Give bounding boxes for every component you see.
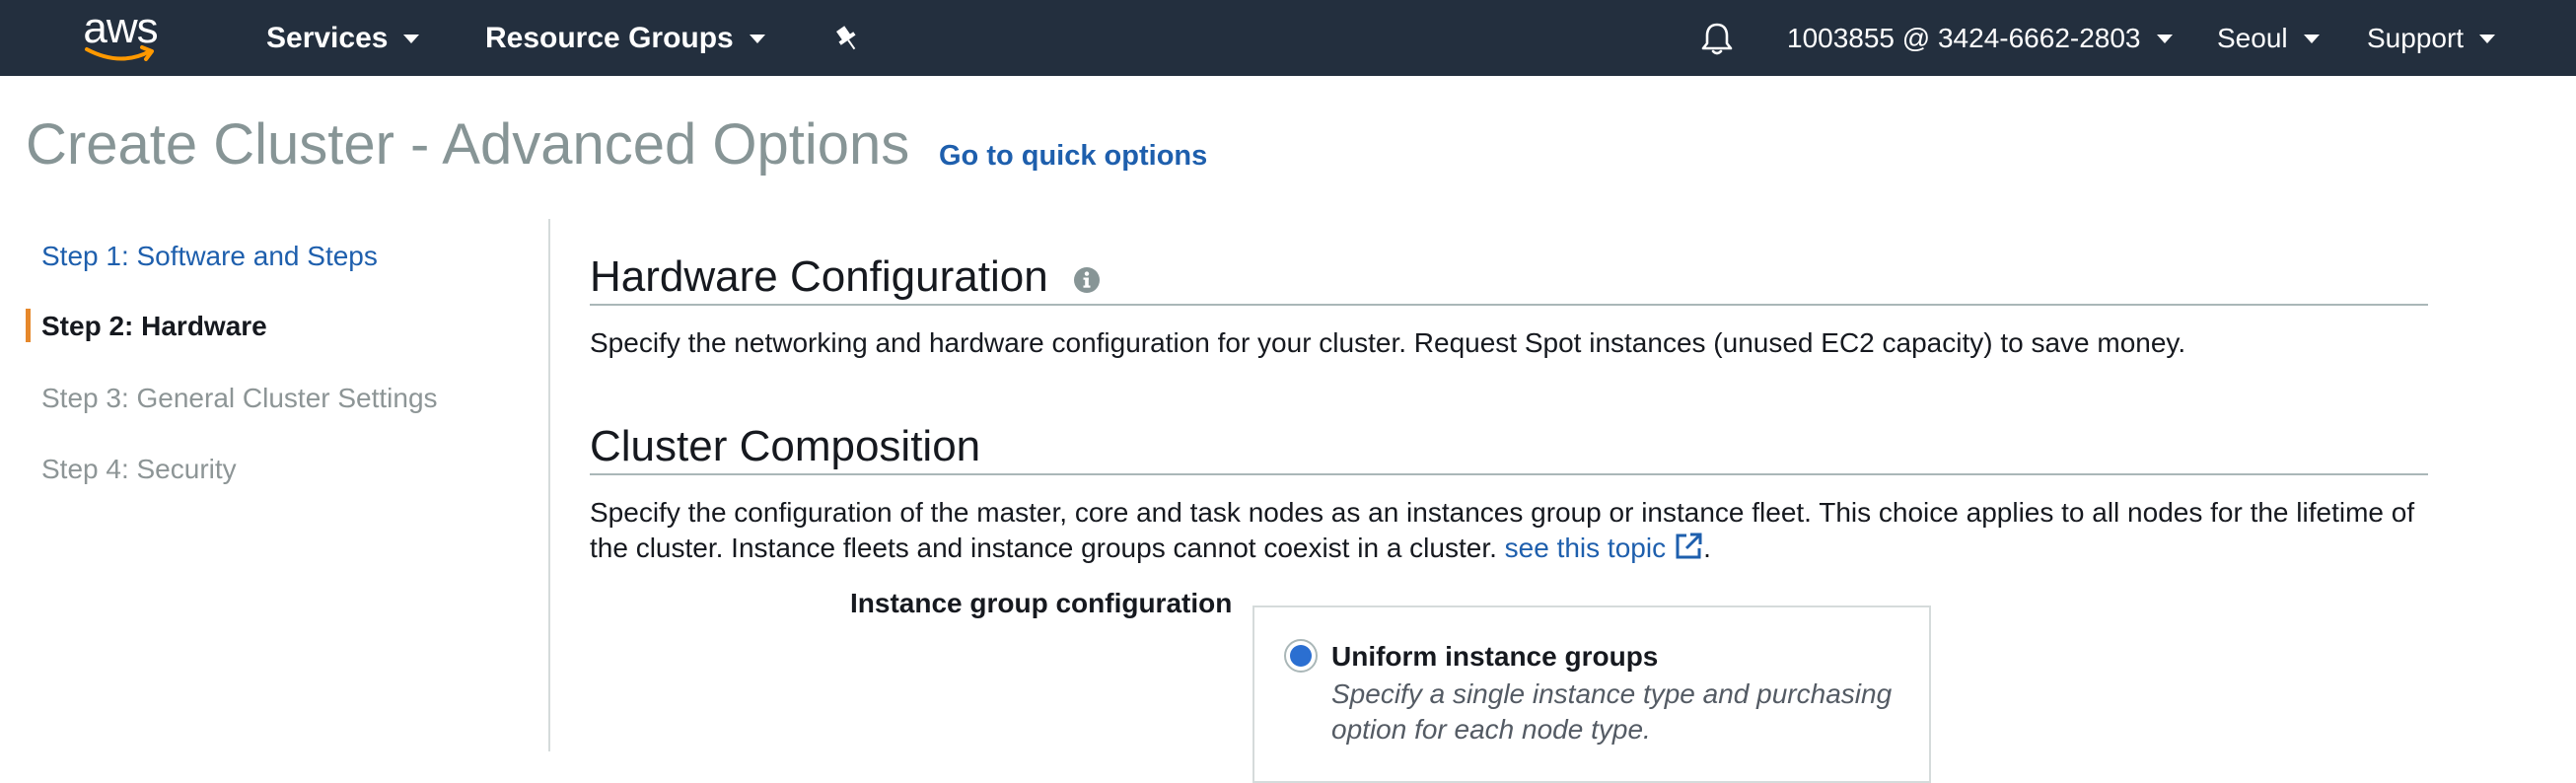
top-nav: aws Services Resource Groups 1003855 @ 3… [0,0,2576,76]
page-title: Create Cluster - Advanced Options [26,112,910,177]
composition-section-divider [590,473,2428,475]
chevron-down-icon [2479,35,2496,43]
step-1-software-and-steps[interactable]: Step 1: Software and Steps [41,239,378,274]
support-menu[interactable]: Support [2367,0,2496,76]
composition-description-text: Specify the configuration of the master,… [590,497,2415,563]
resource-groups-menu[interactable]: Resource Groups [485,0,765,76]
pin-icon [836,25,856,49]
external-link-icon [1676,533,1702,559]
region-menu[interactable]: Seoul [2217,0,2320,76]
composition-description-period: . [1703,533,1711,563]
services-menu-label: Services [266,21,389,54]
step-3-general-cluster-settings: Step 3: General Cluster Settings [41,383,438,413]
services-menu[interactable]: Services [266,0,420,76]
pin-button[interactable] [834,0,860,76]
resource-groups-menu-label: Resource Groups [485,21,734,54]
info-icon[interactable] [1073,266,1101,294]
cluster-composition-title: Cluster Composition [590,422,981,470]
support-menu-label: Support [2367,22,2465,53]
hardware-section-divider [590,304,2428,306]
uniform-instance-groups-radio[interactable] [1284,639,1318,673]
uniform-instance-groups-description: Specify a single instance type and purch… [1331,678,1893,745]
step-4-security: Step 4: Security [41,454,237,484]
see-this-topic-link-label: see this topic [1504,533,1667,563]
sidebar-divider [548,219,550,751]
active-step-marker [26,309,31,342]
bell-icon [1701,23,1733,54]
hardware-configuration-title: Hardware Configuration [590,252,1048,301]
aws-smile-icon [85,45,154,61]
chevron-down-icon [2156,35,2173,43]
uniform-instance-groups-option[interactable]: Uniform instance groups Specify a single… [1252,605,1931,783]
chevron-down-icon [403,35,420,43]
step-2-hardware: Step 2: Hardware [41,311,267,341]
chevron-down-icon [749,35,765,43]
aws-logo[interactable]: aws [77,4,164,67]
go-to-quick-options-link[interactable]: Go to quick options [939,138,1207,174]
chevron-down-icon [2303,35,2320,43]
uniform-instance-groups-title: Uniform instance groups [1331,641,1659,672]
account-menu[interactable]: 1003855 @ 3424-6662-2803 [1787,0,2173,76]
region-menu-label: Seoul [2217,22,2288,53]
see-this-topic-link[interactable]: see this topic [1505,533,1703,563]
composition-description: Specify the configuration of the master,… [590,495,2428,566]
account-menu-label: 1003855 @ 3424-6662-2803 [1787,22,2141,53]
instance-group-configuration-label: Instance group configuration [850,588,1233,618]
notifications-button[interactable] [1700,0,1734,76]
hardware-description: Specify the networking and hardware conf… [590,327,2186,358]
